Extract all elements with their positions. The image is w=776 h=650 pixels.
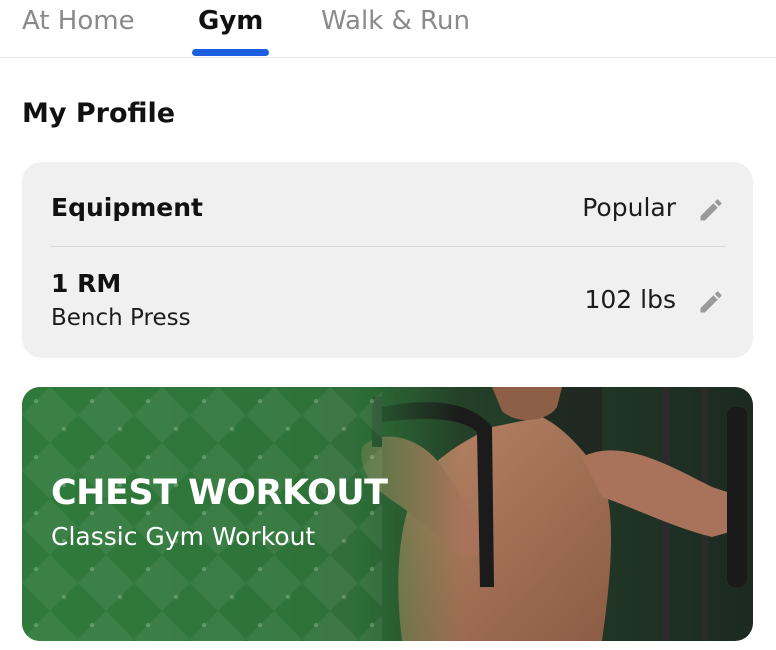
equipment-row[interactable]: Equipment Popular [51, 162, 725, 247]
workout-banner-image [22, 387, 753, 641]
one-rep-max-label: 1 RM [51, 269, 122, 298]
one-rep-max-exercise: Bench Press [51, 305, 191, 331]
pencil-icon[interactable] [697, 196, 725, 224]
equipment-value: Popular [582, 193, 676, 222]
tab-walk-and-run[interactable]: Walk & Run [321, 0, 470, 57]
profile-section-title: My Profile [22, 98, 176, 129]
workout-subtitle: Classic Gym Workout [51, 522, 316, 551]
equipment-label: Equipment [51, 193, 203, 222]
profile-card: Equipment Popular 1 RM Bench Press 102 l… [22, 162, 753, 358]
tab-at-home[interactable]: At Home [22, 0, 135, 57]
pencil-icon[interactable] [697, 288, 725, 316]
chest-workout-card[interactable]: CHEST WORKOUT Classic Gym Workout [22, 387, 753, 641]
workout-title: CHEST WORKOUT [51, 473, 388, 513]
workout-type-tabs: At Home Gym Walk & Run [0, 0, 776, 58]
one-rep-max-row[interactable]: 1 RM Bench Press 102 lbs [51, 247, 725, 358]
one-rep-max-value: 102 lbs [584, 285, 676, 314]
active-tab-indicator [192, 49, 269, 56]
